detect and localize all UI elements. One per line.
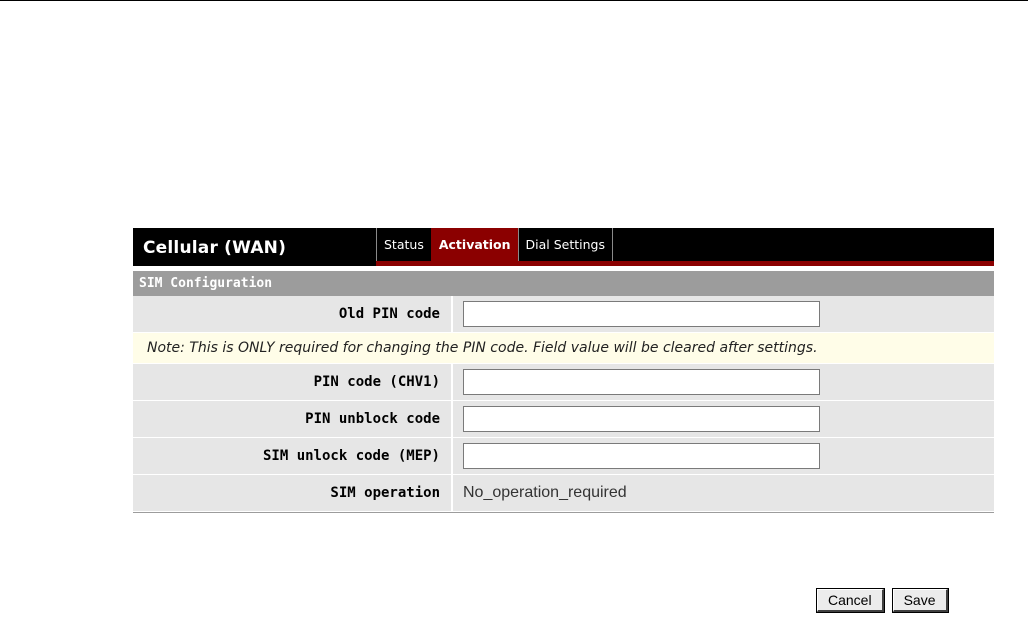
- header-accent-bar: [376, 261, 994, 266]
- cancel-button[interactable]: Cancel: [816, 588, 885, 613]
- cellular-panel: Cellular (WAN) Status Activation Dial Se…: [133, 228, 994, 513]
- tab-status[interactable]: Status: [376, 228, 432, 261]
- pin-unblock-label: PIN unblock code: [133, 401, 453, 437]
- top-divider: [0, 0, 1028, 1]
- panel-title: Cellular (WAN): [143, 238, 287, 258]
- panel-header: Cellular (WAN) Status Activation Dial Se…: [133, 228, 994, 266]
- save-button[interactable]: Save: [891, 588, 949, 613]
- action-buttons: Cancel Save: [816, 588, 949, 613]
- old-pin-label: Old PIN code: [133, 296, 453, 332]
- sim-operation-label: SIM operation: [133, 475, 453, 511]
- sim-unlock-field[interactable]: [463, 443, 820, 469]
- panel-bottom-rule: [133, 512, 994, 513]
- pin-unblock-field[interactable]: [463, 406, 820, 432]
- tab-dial-settings[interactable]: Dial Settings: [517, 228, 614, 261]
- tab-activation[interactable]: Activation: [430, 228, 519, 261]
- pin-note: Note: This is ONLY required for changing…: [133, 333, 994, 364]
- old-pin-field[interactable]: [463, 301, 820, 327]
- tab-bar: Status Activation Dial Settings: [376, 228, 614, 261]
- section-title: SIM Configuration: [133, 271, 994, 296]
- old-pin-row: Old PIN code: [133, 296, 994, 333]
- pin-code-label: PIN code (CHV1): [133, 364, 453, 400]
- sim-operation-row: SIM operation No_operation_required: [133, 475, 994, 512]
- pin-code-field[interactable]: [463, 369, 820, 395]
- pin-unblock-row: PIN unblock code: [133, 401, 994, 438]
- sim-unlock-label: SIM unlock code (MEP): [133, 438, 453, 474]
- sim-operation-value: No_operation_required: [463, 484, 627, 501]
- pin-code-row: PIN code (CHV1): [133, 364, 994, 401]
- sim-unlock-row: SIM unlock code (MEP): [133, 438, 994, 475]
